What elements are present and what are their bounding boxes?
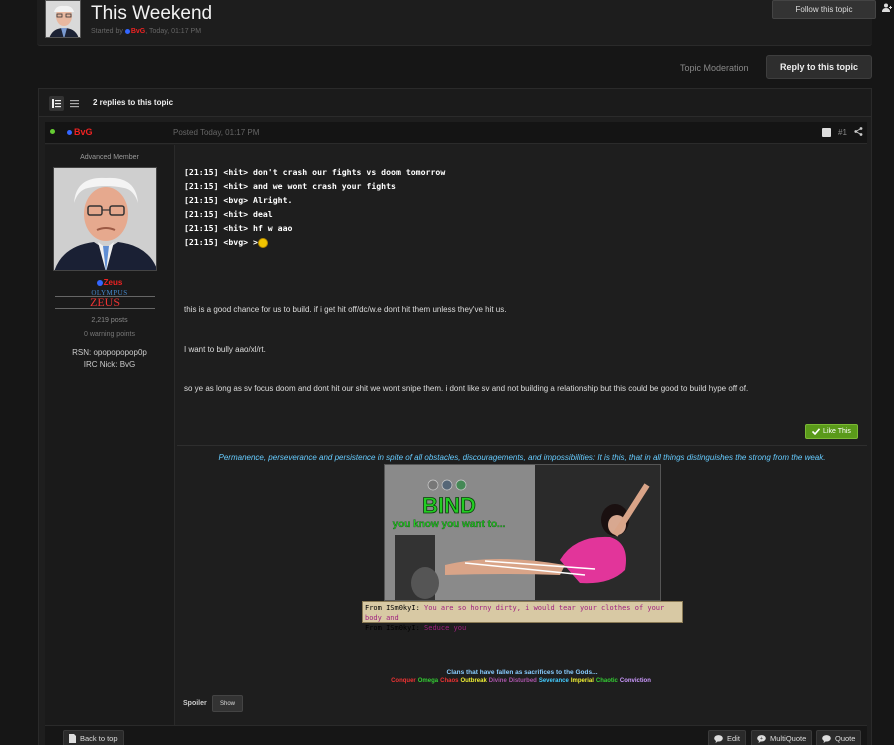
quote-label: Quote [835,734,856,743]
spoiler-label: Spoiler [183,700,207,707]
quote-icon [822,734,831,743]
signature-image: BIND you know you want to... [384,464,661,601]
signature-chat-line: From ISm0kyI: Seduce you [365,623,680,633]
clan-name: Outbreak [460,678,487,684]
clans-title: Clans that have fallen as sacrifices to … [446,669,598,676]
linear-view-icon[interactable] [67,96,82,111]
clan-name: Severance [538,678,569,684]
chat-line: [21:15] <hit> don't crash our fights vs … [184,167,446,177]
signature-image-title: BIND [422,493,476,518]
zeus-group-icon [124,28,130,34]
post-header: BvG Posted Today, 01:17 PM #1 [45,122,867,144]
chat-log: [21:15] <hit> don't crash our fights vs … [184,165,864,249]
rsn-field: RSN: opopopopop0p [72,348,147,357]
post-count: 2,219 posts [91,317,128,324]
rank-label: Zeus [103,278,123,287]
chat-line: [21:15] <hit> deal [184,209,273,219]
clan-name: Imperial [570,678,594,684]
post-body: [21:15] <hit> don't crash our fights vs … [184,165,864,249]
topic-author-avatar[interactable] [45,0,81,38]
post-paragraph: so ye as long as sv focus doom and dont … [184,384,749,393]
clan-name: Conquer [391,678,416,684]
clan-name: Disturbed [508,678,537,684]
checkmark-icon [812,428,821,435]
share-icon[interactable] [854,127,863,136]
reply-count: 2 replies to this topic [93,98,174,107]
clan-name: Chaotic [595,678,618,684]
signature-divider [177,445,867,446]
like-button-label: Like This [823,428,851,435]
topic-title: This Weekend [91,3,213,24]
chat-line: [21:15] <hit> hf w aao [184,223,293,233]
followers-count[interactable]: 0 [882,3,894,12]
topic-moderation-link[interactable]: Topic Moderation [680,63,749,73]
post-author-avatar[interactable] [53,167,157,271]
signature-chat-line: From ISm0kyI: You are so horny dirty, i … [365,603,680,623]
threaded-view-icon[interactable] [49,96,64,111]
topic-author-link[interactable]: BvG [131,28,145,35]
multiquote-icon: + [757,734,766,743]
post-footer: Back to top Edit + MultiQuote Quote [45,725,867,745]
chat-line: [21:15] <hit> and we wont crash your fig… [184,181,396,191]
spoiler-show-button[interactable]: Show [212,695,243,712]
signature-image-subtitle: you know you want to... [393,519,506,530]
irc-nick-field: IRC Nick: BvG [83,360,136,369]
smiley-icon [257,237,268,248]
clan-name: Chaos [440,678,459,684]
post-paragraph: this is a good chance for us to build. i… [184,305,507,314]
post-number-link[interactable]: #1 [838,128,847,137]
post-select-checkbox[interactable] [822,128,831,137]
chat-message: Seduce you [424,624,467,632]
comment-icon [714,734,723,743]
post-author-link[interactable]: BvG [74,127,93,137]
replies-bar: 2 replies to this topic [39,89,871,117]
clan-name: Conviction [619,678,651,684]
clan-name: Divine [488,678,507,684]
page-icon [69,734,76,743]
reply-to-topic-button[interactable]: Reply to this topic [766,55,872,79]
zeus-group-icon [67,130,72,135]
posts-container: 2 replies to this topic BvG Posted Today… [38,88,872,745]
member-group: Advanced Member [80,154,139,161]
chat-line: [21:15] <bvg> Alright. [184,195,293,205]
follow-topic-button[interactable]: Follow this topic [772,0,876,19]
chat-line-text: [21:15] <bvg> > [184,237,258,247]
signature-chat-box: From ISm0kyI: You are so horny dirty, i … [362,601,683,632]
back-to-top-label: Back to top [80,734,118,743]
post-author-panel: Advanced Member Zeus OLYMPUS ZEUS 2,219 … [45,145,175,725]
multiquote-label: MultiQuote [770,734,807,743]
post-paragraph: I want to bully aao/xl/rt. [184,345,266,354]
post-date: Posted Today, 01:17 PM [173,128,260,137]
warning-points: 0 warning points [84,331,135,338]
signature-quote: Permanence, perseverance and persistence… [218,453,826,462]
like-button[interactable]: Like This [805,424,858,439]
quote-button[interactable]: Quote [816,730,862,745]
followers-icon [882,3,892,12]
multiquote-button[interactable]: + MultiQuote [751,730,813,745]
svg-text:+: + [760,736,763,742]
edit-label: Edit [727,734,740,743]
back-to-top-button[interactable]: Back to top [63,730,124,745]
member-rank: Zeus [45,278,174,287]
topic-meta: Started by BvG, Today, 01:17 PM [91,28,201,35]
chat-sender: From ISm0kyI: [365,624,425,632]
chat-sender: From ISm0kyI: [365,604,425,612]
topic-date: , Today, 01:17 PM [145,28,202,35]
started-by-label: Started by [91,28,125,35]
topic-header: This Weekend Started by BvG, Today, 01:1… [37,0,892,46]
online-status-icon [50,129,55,134]
clans-list: Conquer Omega Chaos Outbreak Divine Disturbed… [177,678,867,684]
clan-name: Omega [417,678,439,684]
rank-banner-bottom: ZEUS [55,296,155,309]
edit-button[interactable]: Edit [708,730,746,745]
zeus-group-icon [96,279,103,286]
chat-line: [21:15] <bvg> > [184,235,864,249]
